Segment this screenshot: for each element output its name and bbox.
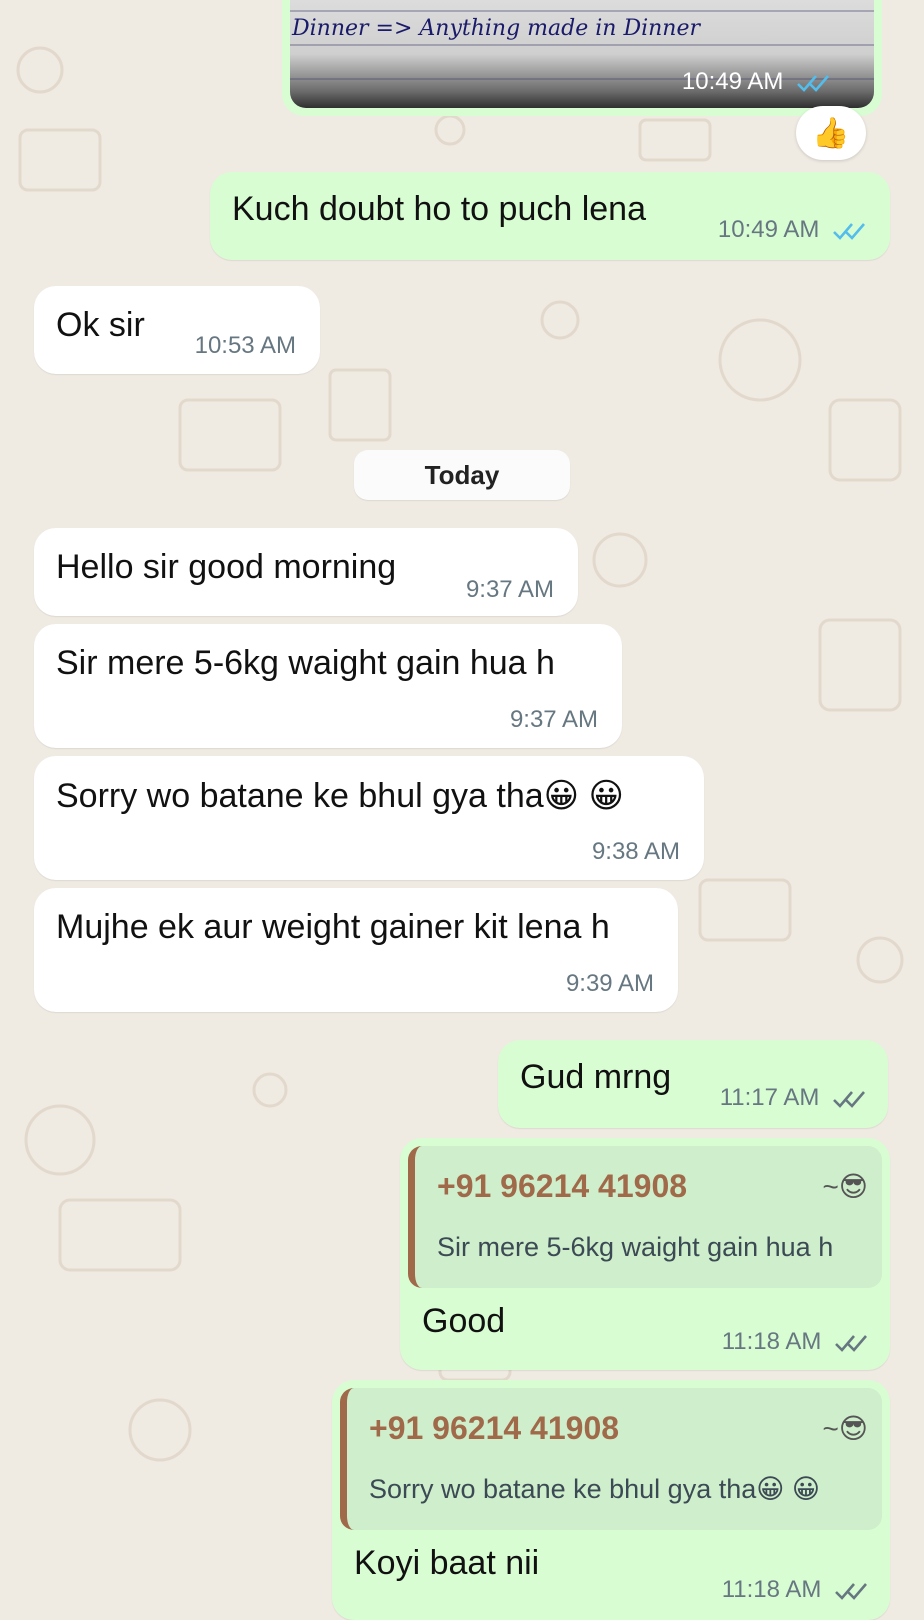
outgoing-message[interactable]: Gud mrng 11:17 AM bbox=[498, 1040, 888, 1128]
message-time: 11:18 AM bbox=[722, 1328, 868, 1356]
message-text: Ok sir bbox=[56, 306, 145, 344]
message-text: Kuch doubt ho to puch lena bbox=[232, 190, 646, 228]
double-check-delivered-icon bbox=[835, 1582, 867, 1600]
double-check-delivered-icon bbox=[835, 1334, 867, 1352]
handwritten-note-photo[interactable]: Dinner => Anything made in Dinner 10:49 … bbox=[290, 0, 874, 108]
quoted-message[interactable]: +91 96214 41908 ~😎 Sorry wo batane ke bh… bbox=[340, 1388, 882, 1530]
outgoing-message[interactable]: Kuch doubt ho to puch lena 10:49 AM bbox=[210, 172, 890, 260]
message-text: Good bbox=[422, 1302, 506, 1340]
message-time: 9:37 AM bbox=[509, 706, 598, 733]
message-time: 9:38 AM bbox=[591, 838, 680, 865]
incoming-message[interactable]: Hello sir good morning 9:37 AM bbox=[34, 528, 578, 616]
message-text: Hello sir good morning bbox=[56, 548, 397, 586]
reaction-badge[interactable]: 👍 bbox=[796, 106, 866, 160]
date-separator: Today bbox=[354, 450, 570, 500]
outgoing-reply-message[interactable]: +91 96214 41908 ~😎 Sorry wo batane ke bh… bbox=[332, 1380, 890, 1620]
message-time: 9:37 AM bbox=[465, 576, 554, 603]
quoted-sender: +91 96214 41908 bbox=[437, 1168, 688, 1204]
double-check-read-icon bbox=[797, 74, 829, 92]
message-time: 10:49 AM bbox=[718, 216, 866, 244]
message-text: Sorry wo batane ke bhul gya tha😀 😀 bbox=[56, 777, 624, 815]
quoted-sender: +91 96214 41908 bbox=[369, 1410, 620, 1446]
incoming-message[interactable]: Ok sir 10:53 AM bbox=[34, 286, 320, 374]
message-time: 11:17 AM bbox=[720, 1084, 866, 1112]
outgoing-reply-message[interactable]: +91 96214 41908 ~😎 Sir mere 5-6kg waight… bbox=[400, 1138, 890, 1370]
double-check-read-icon bbox=[833, 222, 865, 240]
message-text: Sir mere 5-6kg waight gain hua h bbox=[56, 644, 555, 682]
message-text: Koyi baat nii bbox=[354, 1544, 540, 1582]
message-time: 9:39 AM bbox=[565, 970, 654, 997]
thumbs-up-icon: 👍 bbox=[812, 116, 850, 150]
double-check-delivered-icon bbox=[833, 1090, 865, 1108]
message-time: 10:49 AM bbox=[682, 68, 830, 96]
message-text: Gud mrng bbox=[520, 1058, 672, 1096]
incoming-message[interactable]: Sir mere 5-6kg waight gain hua h 9:37 AM bbox=[34, 624, 622, 748]
incoming-message[interactable]: Mujhe ek aur weight gainer kit lena h 9:… bbox=[34, 888, 678, 1012]
photo-handwriting: Dinner => Anything made in Dinner bbox=[292, 16, 700, 41]
quoted-text: Sir mere 5-6kg waight gain hua h bbox=[437, 1232, 834, 1262]
image-message[interactable]: Dinner => Anything made in Dinner 10:49 … bbox=[282, 0, 882, 116]
sunglasses-face-icon: ~😎 bbox=[822, 1413, 868, 1444]
quoted-text: Sorry wo batane ke bhul gya tha😀 😀 bbox=[369, 1474, 821, 1504]
incoming-message[interactable]: Sorry wo batane ke bhul gya tha😀 😀 9:38 … bbox=[34, 756, 704, 880]
sunglasses-face-icon: ~😎 bbox=[822, 1171, 868, 1202]
message-text: Mujhe ek aur weight gainer kit lena h bbox=[56, 908, 610, 946]
quoted-message[interactable]: +91 96214 41908 ~😎 Sir mere 5-6kg waight… bbox=[408, 1146, 882, 1288]
message-time: 10:53 AM bbox=[194, 332, 296, 359]
